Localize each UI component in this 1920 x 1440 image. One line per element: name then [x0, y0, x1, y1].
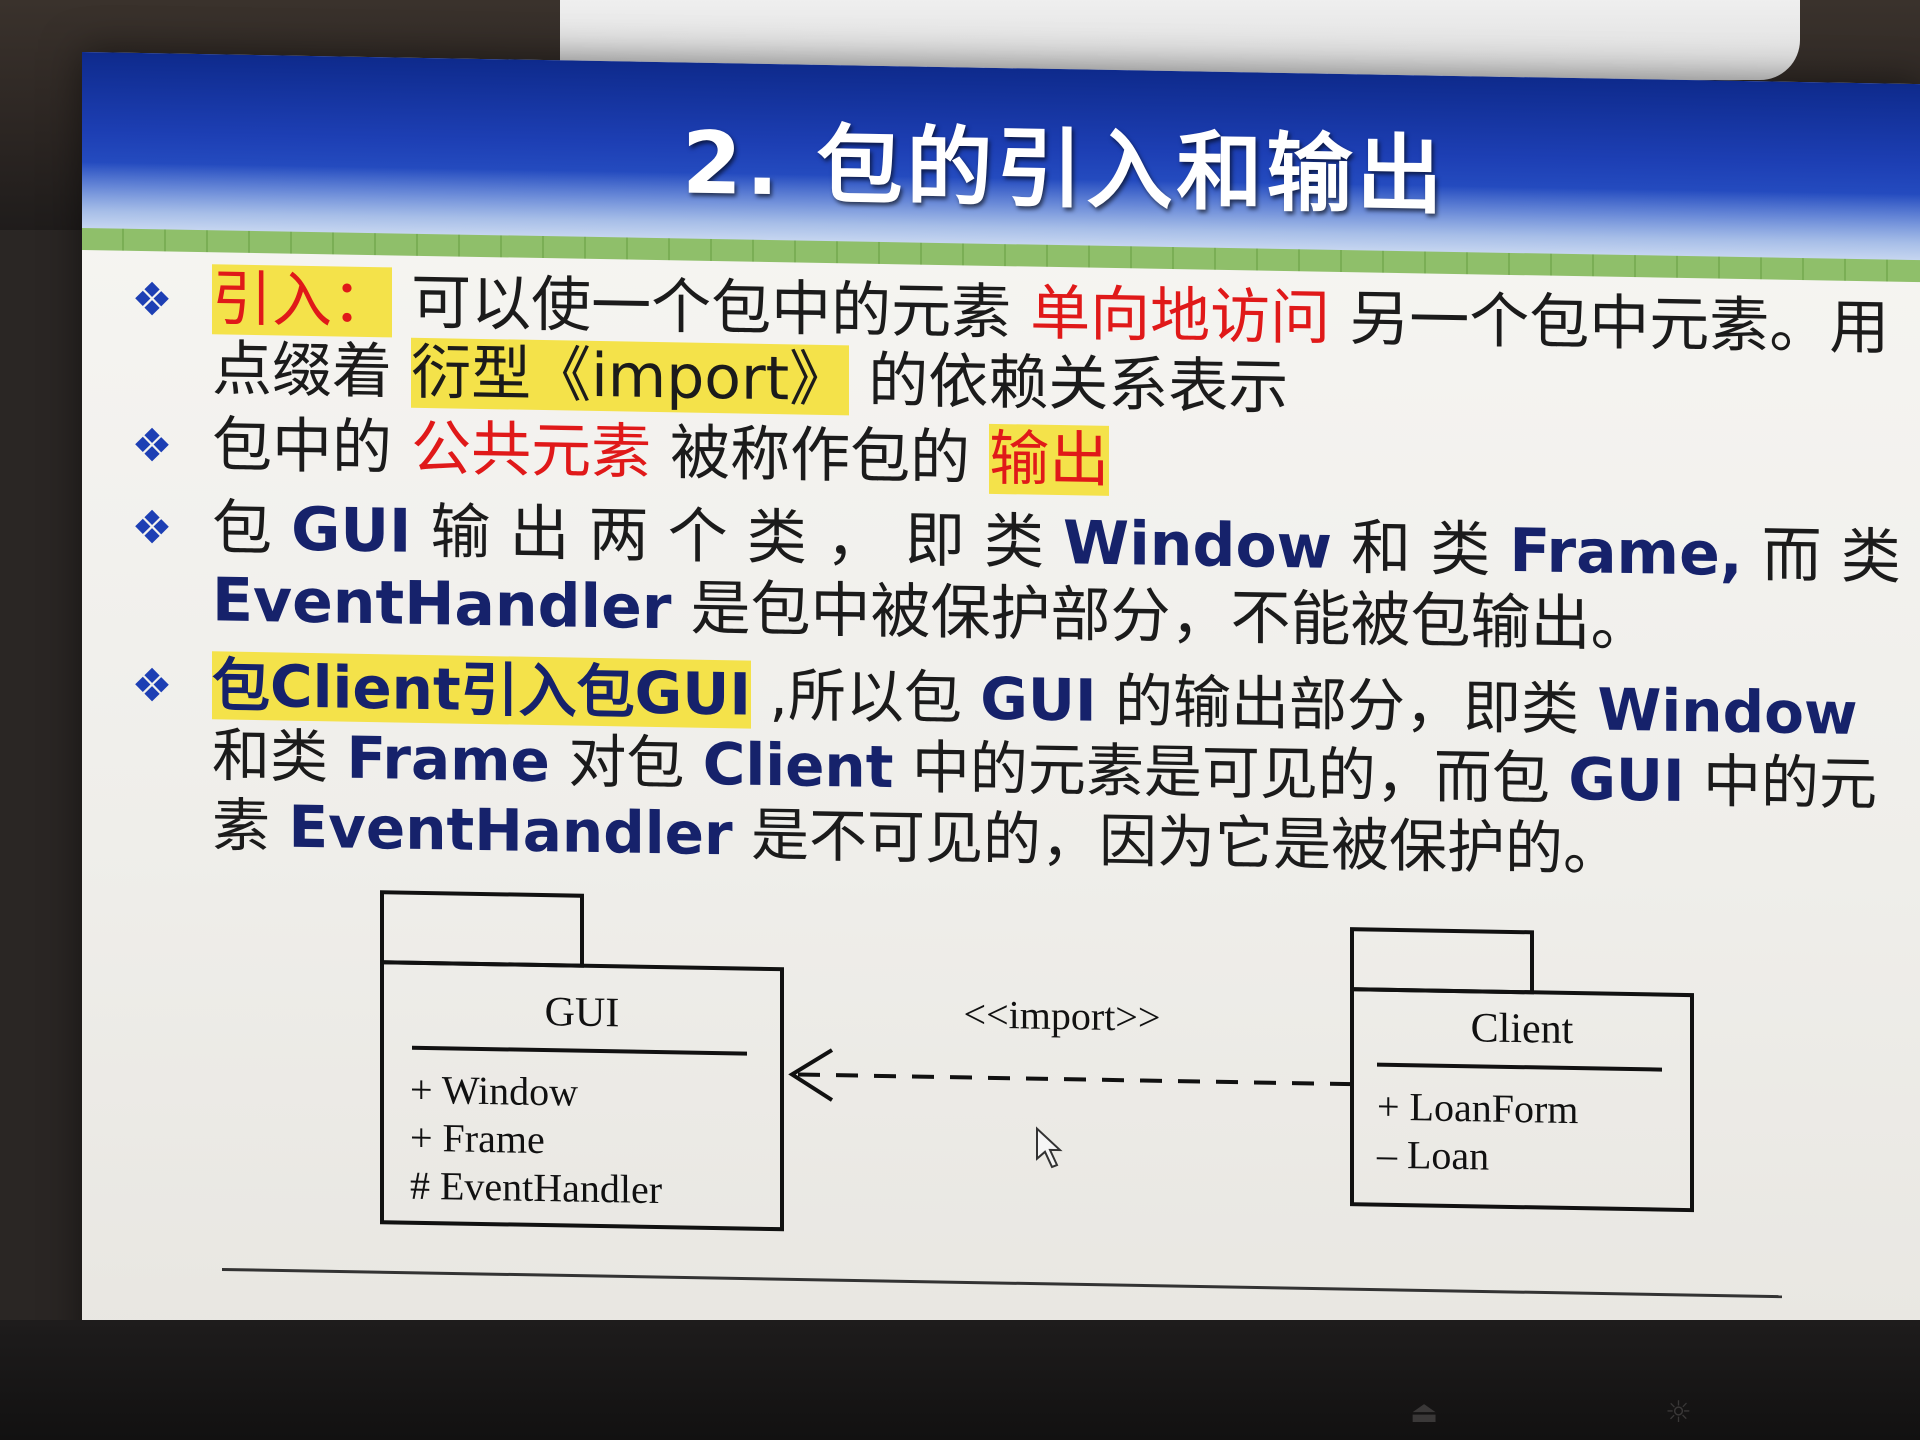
dependency-dashed-line	[792, 1072, 1352, 1087]
package-gui-divider	[412, 1045, 747, 1056]
import-dependency: <<import>>	[788, 991, 1352, 1102]
package-gui-item: + Window	[410, 1067, 578, 1115]
mouse-pointer-icon	[1036, 1126, 1063, 1169]
package-gui-item: # EventHandler	[410, 1163, 662, 1212]
package-gui-tab	[380, 890, 584, 968]
presentation-slide: 2. 包的引入和输出 ❖ 引入： 可以使一个包中的元素 单向地访问 另一个包中元…	[82, 52, 1920, 1395]
package-client-item: + LoanForm	[1377, 1084, 1578, 1133]
package-client-item: – Loan	[1376, 1132, 1489, 1179]
footer-rule	[222, 1267, 1782, 1299]
monitor-input-icon: ⏏	[1410, 1395, 1439, 1430]
monitor-bezel-bottom	[0, 1320, 1920, 1440]
uml-package-diagram: GUI + Window + Frame # EventHandler Clie…	[222, 890, 1782, 1299]
package-gui-item: + Frame	[410, 1115, 545, 1162]
package-client: Client + LoanForm – Loan	[1350, 927, 1694, 1213]
package-client-divider	[1377, 1062, 1662, 1072]
package-gui-name: GUI	[545, 989, 620, 1036]
dependency-label: <<import>>	[964, 991, 1161, 1039]
package-client-name: Client	[1471, 1005, 1574, 1053]
monitor-brightness-icon: ☼	[1665, 1395, 1692, 1430]
package-gui: GUI + Window + Frame # EventHandler	[380, 890, 784, 1232]
package-client-tab	[1350, 927, 1534, 995]
